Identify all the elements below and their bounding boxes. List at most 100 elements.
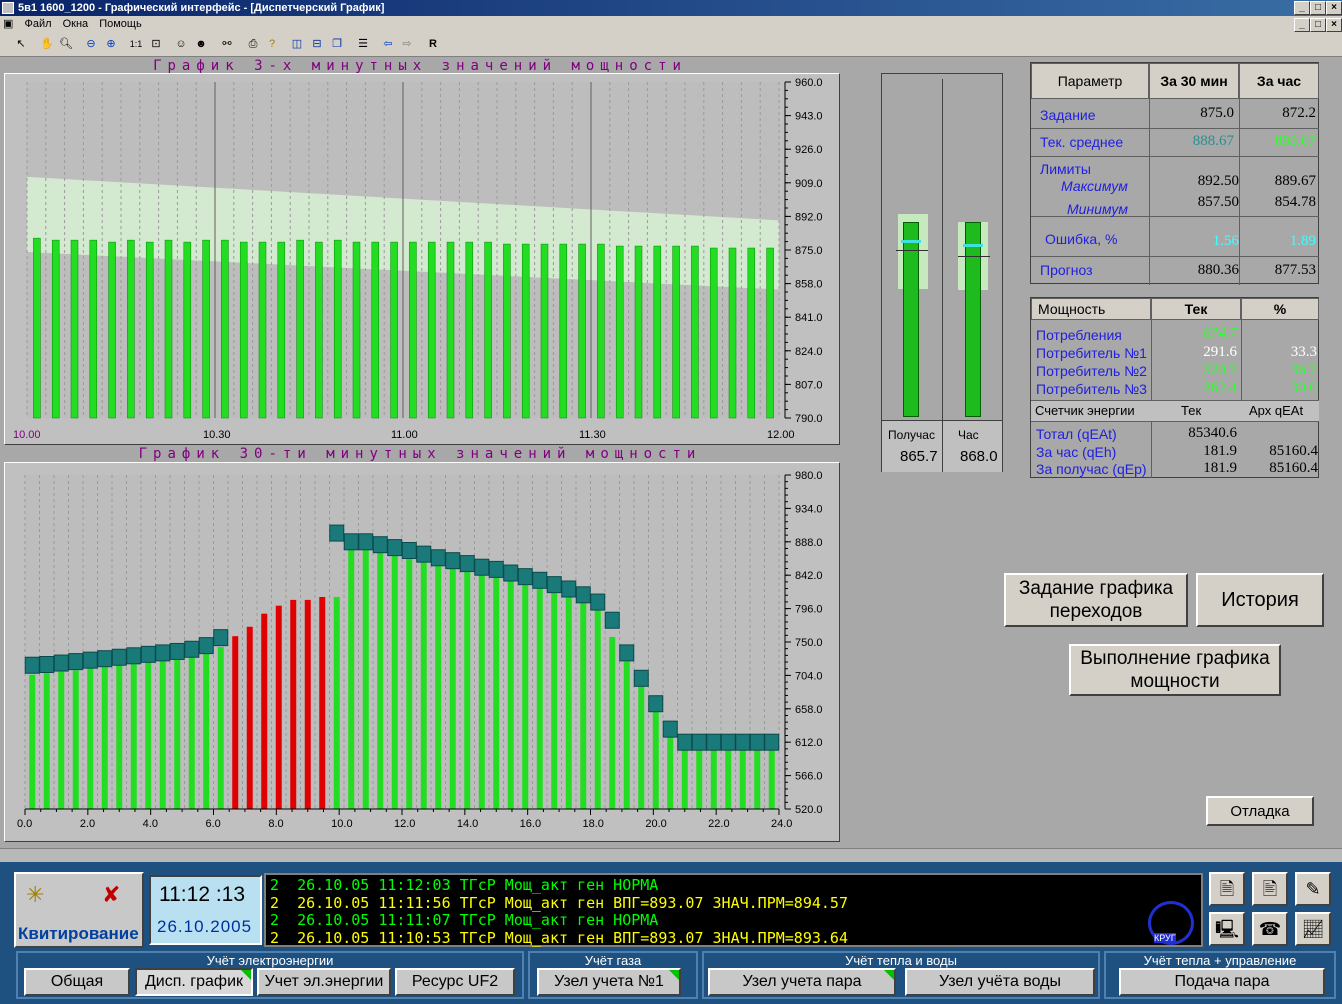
bar: [217, 647, 224, 809]
menu-bar: ▣ Файл Окна Помощь: [0, 16, 1342, 33]
computer-icon[interactable]: 🖳: [1209, 912, 1245, 946]
nav-water-button[interactable]: Узел учёта воды: [905, 968, 1095, 996]
err-label: Ошибка, %: [1045, 231, 1118, 247]
binoculars-icon[interactable]: ⚯: [218, 36, 236, 53]
print-icon[interactable]: ⎙: [244, 36, 262, 53]
schedule-button[interactable]: Задание графика переходов: [1004, 573, 1188, 627]
zoom-out-icon[interactable]: ⊖: [82, 36, 100, 53]
tile-horizontal-icon[interactable]: ⊟: [308, 36, 326, 53]
bar: [739, 742, 746, 809]
pointer-icon[interactable]: ↖: [12, 36, 30, 53]
x-tick-label: 10.0: [331, 818, 352, 830]
refresh-r-icon[interactable]: R: [424, 36, 442, 53]
menu-file[interactable]: Файл: [24, 18, 51, 30]
user-group-icon[interactable]: ☻: [192, 36, 210, 53]
x-tick-label: 10.30: [203, 429, 231, 441]
bar: [333, 596, 340, 809]
meter-hour-label: За час (qEh): [1036, 444, 1117, 460]
zoom-in-icon[interactable]: ⊕: [102, 36, 120, 53]
nav-uf2-button[interactable]: Ресурс UF2: [395, 968, 515, 996]
nav-general-button[interactable]: Общая: [24, 968, 130, 996]
nav-elec-button[interactable]: Учет эл.энергии: [257, 968, 391, 996]
minimize-icon[interactable]: _: [1294, 1, 1310, 15]
bar: [174, 656, 181, 809]
y-tick-label: 612.0: [795, 737, 823, 749]
nav-steam-button[interactable]: Узел учета пара: [708, 968, 896, 996]
tile-vertical-icon[interactable]: ◫: [288, 36, 306, 53]
bar: [101, 666, 108, 809]
child-close-icon[interactable]: ×: [1326, 18, 1342, 32]
bar: [232, 636, 239, 809]
y-tick-label: 858.0: [795, 279, 823, 291]
params-vline2: [1239, 99, 1240, 285]
documents-icon[interactable]: 🗎: [1209, 872, 1245, 906]
bar: [580, 598, 587, 809]
bar: [435, 559, 442, 809]
bar: [352, 241, 361, 419]
chart2-title: График 30-ти минутных значений мощности: [138, 446, 702, 462]
bar: [362, 549, 369, 809]
bar: [672, 245, 680, 419]
nav-feed-button[interactable]: Подача пара: [1119, 968, 1325, 996]
menu-windows[interactable]: Окна: [63, 18, 89, 30]
actual-size-icon[interactable]: 1:1: [127, 36, 145, 53]
bar: [503, 243, 511, 419]
bar: [747, 247, 756, 419]
chart2-panel: 980.0 934.0 888.0 842.0 796.0 750.0 704.0 658.0…: [4, 462, 840, 842]
plan-marker: [445, 552, 461, 570]
debug-button[interactable]: Отладка: [1206, 796, 1314, 826]
gauge-hour-bar: [965, 222, 981, 417]
close-icon[interactable]: ×: [1326, 1, 1342, 15]
cons1-pct: 33.3: [1290, 344, 1317, 360]
child-minimize-icon[interactable]: _: [1294, 18, 1310, 32]
zoom-fit-icon[interactable]: ⊡: [147, 36, 165, 53]
nav-disp-button[interactable]: Дисп. график: [135, 968, 253, 996]
bar: [89, 239, 98, 419]
forward-arrow-icon[interactable]: ⇨: [398, 36, 416, 53]
bar: [348, 547, 355, 809]
user-icon[interactable]: ☺: [172, 36, 190, 53]
support-icon[interactable]: ☎: [1252, 912, 1288, 946]
meter-hour-tek: 181.9: [1203, 443, 1237, 459]
window-list-icon[interactable]: ☰: [354, 36, 372, 53]
message-log[interactable]: 2 26.10.05 11:12:03 ТГсР Мощ_акт ген НОР…: [264, 873, 1203, 947]
plan-marker: [546, 576, 562, 594]
history-button[interactable]: История: [1196, 573, 1324, 627]
y-tick-label: 704.0: [795, 670, 823, 682]
magnifier-icon[interactable]: 🔍︎: [57, 36, 75, 53]
krug-logo-text: КРУГ: [1154, 933, 1176, 943]
bar: [597, 243, 605, 419]
nav-gas1-button[interactable]: Узел учета №1: [537, 968, 681, 996]
maximize-icon[interactable]: □: [1310, 1, 1326, 15]
y-tick-label: 842.0: [795, 570, 823, 582]
max-30: 892.50: [1197, 173, 1239, 189]
group-electric-label: Учёт электроэнергии: [206, 953, 334, 968]
cascade-icon[interactable]: ❐: [328, 36, 346, 53]
back-arrow-icon[interactable]: ⇦: [379, 36, 397, 53]
gauge-hour-line: [958, 256, 990, 257]
plan-marker: [68, 653, 84, 671]
help-icon[interactable]: ?: [263, 36, 281, 53]
bar: [652, 703, 659, 809]
bar: [333, 239, 342, 419]
fc-label: Прогноз: [1040, 262, 1093, 278]
y-tick-label: 943.0: [795, 111, 823, 123]
ack-button[interactable]: ✳ ✘ Квитирование: [14, 872, 144, 948]
chart-icon[interactable]: 📈︎: [1295, 912, 1331, 946]
menu-help[interactable]: Помощь: [99, 18, 142, 30]
bar: [638, 676, 645, 809]
plan-marker: [358, 533, 374, 551]
hand-icon[interactable]: ✋: [38, 36, 56, 53]
gauge-divider: [942, 79, 943, 423]
child-restore-icon[interactable]: □: [1310, 18, 1326, 32]
exec-button[interactable]: Выполнение графика мощности: [1069, 644, 1281, 696]
x-tick-label: 11.30: [579, 429, 606, 441]
clock-date: 26.10.2005: [157, 917, 253, 936]
cons3-label: Потребитель №3: [1036, 381, 1147, 397]
plan-marker: [648, 695, 664, 713]
tools-icon[interactable]: ✎: [1295, 872, 1331, 906]
y-tick-label: 980.0: [795, 470, 823, 482]
cons1-tek: 291.6: [1203, 344, 1237, 360]
report-icon[interactable]: 🖹: [1252, 872, 1288, 906]
x-tick-label: 8.0: [268, 818, 283, 830]
